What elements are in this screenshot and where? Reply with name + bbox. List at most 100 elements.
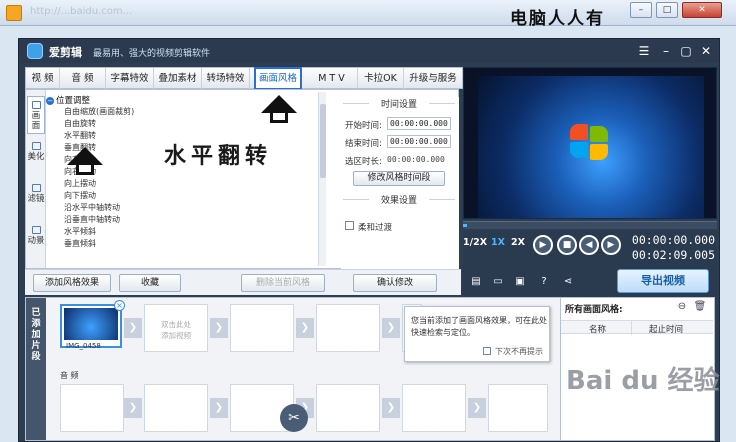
all-styles-title: 所有画面风格:: [565, 305, 623, 315]
speed-half-button[interactable]: 1/2X: [463, 237, 487, 248]
add-style-effect-button[interactable]: 添加风格效果: [33, 274, 111, 292]
delete-current-style-button[interactable]: 删除当前风格: [241, 274, 325, 292]
tree-item[interactable]: 向下摆动: [64, 190, 96, 201]
start-time-field[interactable]: 00:00:00.000: [387, 117, 451, 130]
soft-transition-label: 柔和过渡: [358, 223, 393, 233]
tab-picture-style[interactable]: 画面风格: [254, 67, 302, 90]
empty-clip-slot[interactable]: [230, 304, 294, 352]
added-clips-label: 已添加片段: [31, 308, 41, 362]
side-tab-beautify[interactable]: 美化: [27, 138, 45, 176]
empty-clip-slot[interactable]: 双击此处 添加视频: [144, 304, 208, 352]
remove-clip-icon[interactable]: ×: [114, 300, 125, 311]
tab-video[interactable]: 视 频: [26, 68, 60, 89]
tab-transition-effects[interactable]: 转场特效: [202, 68, 250, 89]
modify-time-button[interactable]: 修改风格时间段: [353, 171, 445, 186]
tab-upgrade-service[interactable]: 升级与服务: [404, 68, 462, 89]
close-window-button[interactable]: ✕: [682, 2, 722, 18]
side-tab-motion[interactable]: 动景: [27, 222, 45, 260]
tree-item[interactable]: 向上摆动: [64, 178, 96, 189]
added-clips-tab[interactable]: 已添加片段: [26, 298, 46, 440]
audio-slot[interactable]: [402, 384, 466, 432]
outer-url-text: http://...baidu.com...: [30, 6, 133, 17]
style-action-bar: 添加风格效果 收藏 删除当前风格 确认修改: [25, 269, 461, 295]
tab-subtitle-effects[interactable]: 字幕特效: [106, 68, 154, 89]
collapse-icon[interactable]: −: [46, 97, 54, 105]
audio-track-label: 音 频: [60, 371, 79, 380]
baidu-watermark-url: jingyan.baidu.com: [616, 414, 700, 424]
clip-thumbnail[interactable]: IMG_0458 ×: [60, 300, 125, 350]
tab-overlay-material[interactable]: 叠加素材: [154, 68, 202, 89]
share-icon[interactable]: ⋖: [561, 275, 575, 289]
export-label: 导出视频: [641, 274, 685, 287]
tree-scroll-thumb[interactable]: [320, 104, 326, 178]
app-slogan: 最易用、强大的视频剪辑软件: [93, 49, 211, 59]
audio-slot[interactable]: [60, 384, 124, 432]
windows-logo-icon: [570, 124, 610, 160]
tree-item[interactable]: 自由缩放(画面裁剪): [64, 106, 134, 117]
trash-icon[interactable]: 🗑: [693, 300, 707, 314]
next-frame-icon[interactable]: ▶: [601, 235, 621, 255]
folder-icon[interactable]: ▭: [491, 275, 505, 289]
tab-mtv[interactable]: M T V: [306, 68, 358, 89]
collect-button[interactable]: 收藏: [119, 274, 181, 292]
scissors-icon[interactable]: ✂: [280, 404, 308, 432]
tip-popup: 您当前添加了画面风格效果，可在此处快速检索与定位。 下次不再提示: [404, 306, 550, 362]
tree-scrollbar[interactable]: [318, 92, 326, 266]
transition-arrow-icon[interactable]: ❯: [296, 318, 314, 338]
confirm-modify-button[interactable]: 确认修改: [353, 274, 437, 292]
soft-transition-checkbox[interactable]: [345, 221, 354, 230]
minimize-icon[interactable]: –: [657, 42, 675, 60]
tree-item[interactable]: 自由旋转: [64, 118, 96, 129]
tab-karaoke[interactable]: 卡拉OK: [358, 68, 404, 89]
dont-show-again-label: 下次不再提示: [495, 347, 543, 356]
side-tab-picture[interactable]: 画面: [27, 96, 45, 134]
divider: [429, 199, 455, 200]
transition-arrow-icon[interactable]: ❯: [210, 318, 228, 338]
tree-group-position[interactable]: − 位置调整: [46, 94, 90, 106]
main-tabs: 视 频 音 频 字幕特效 叠加素材 转场特效 画面风格 M T V 卡拉OK 升…: [25, 67, 463, 90]
locate-icon[interactable]: ⊖: [675, 300, 689, 314]
side-tab-filter[interactable]: 滤镜: [27, 180, 45, 218]
audio-slot[interactable]: [316, 384, 380, 432]
transition-arrow-icon[interactable]: ❯: [124, 318, 142, 338]
tree-item[interactable]: 沿垂直中轴转动: [64, 214, 120, 225]
progress-fill: [463, 224, 467, 227]
maximize-window-button[interactable]: □: [656, 2, 678, 18]
tree-item[interactable]: 水平翻转: [64, 130, 96, 141]
tree-item[interactable]: 水平倾斜: [64, 226, 96, 237]
playback-progress-bar[interactable]: [463, 221, 717, 229]
empty-clip-slot[interactable]: [316, 304, 380, 352]
start-time-label: 开始时间:: [345, 121, 382, 131]
time-settings-panel: 时间设置 开始时间: 00:00:00.000 结束时间: 00:00:00.0…: [341, 97, 459, 269]
prev-frame-icon[interactable]: ◀: [579, 235, 599, 255]
styles-table-header: 名称 起止时间: [561, 320, 713, 335]
speed-2x-button[interactable]: 2X: [511, 237, 525, 248]
export-video-button[interactable]: 导出视频: [617, 269, 709, 293]
transition-arrow-icon[interactable]: ❯: [382, 318, 400, 338]
tree-item[interactable]: 垂直倾斜: [64, 238, 96, 249]
maximize-icon[interactable]: ▢: [677, 42, 695, 60]
minimize-window-button[interactable]: –: [630, 2, 652, 18]
help-icon[interactable]: ?: [537, 275, 551, 289]
col-time-header: 起止时间: [649, 325, 684, 335]
annotation-arrow-up: [67, 147, 103, 175]
dont-show-again-checkbox[interactable]: [483, 347, 491, 355]
speed-1x-button[interactable]: 1X: [491, 237, 505, 248]
add-video-hint: 双击此处 添加视频: [161, 320, 191, 340]
preview-frame: [478, 76, 704, 218]
stop-icon[interactable]: ■: [557, 235, 577, 255]
add-file-icon[interactable]: ▤: [469, 275, 483, 289]
audio-slot[interactable]: [488, 384, 548, 432]
tab-audio[interactable]: 音 频: [60, 68, 106, 89]
menu-icon[interactable]: ☰: [635, 42, 653, 60]
filter-icon: [31, 184, 41, 192]
close-icon[interactable]: ✕: [697, 42, 715, 60]
video-preview[interactable]: [463, 67, 717, 219]
save-icon[interactable]: ▣: [513, 275, 527, 289]
end-time-field[interactable]: 00:00:00.000: [387, 135, 451, 148]
duration-label: 选区时长:: [345, 157, 382, 167]
audio-slot[interactable]: [144, 384, 208, 432]
tree-item[interactable]: 沿水平中轴转动: [64, 202, 120, 213]
play-icon[interactable]: ▶: [533, 235, 553, 255]
end-time-label: 结束时间:: [345, 139, 382, 149]
